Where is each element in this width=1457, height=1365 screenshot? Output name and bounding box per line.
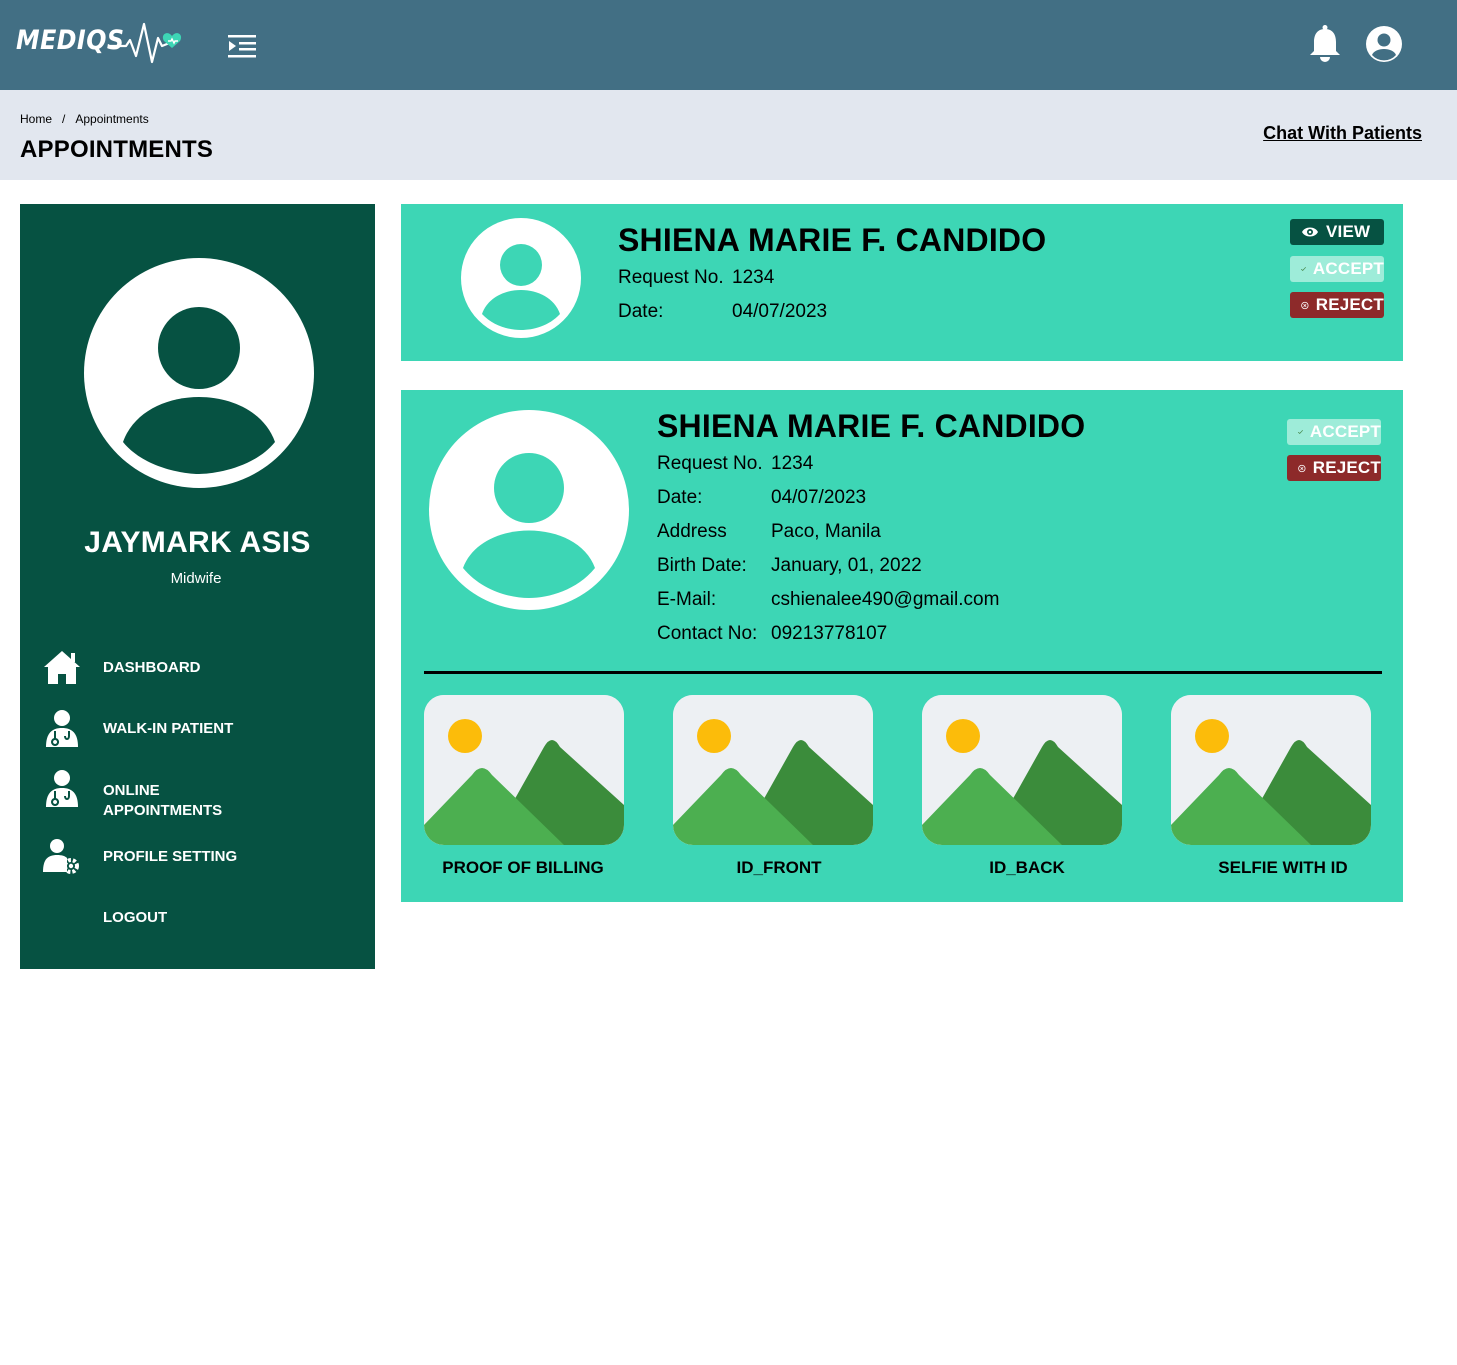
image-placeholder-icon xyxy=(922,695,1122,845)
info-row-contact-no: Contact No: 09213778107 xyxy=(657,623,887,645)
accept-button-label: ACCEPT xyxy=(1312,259,1384,278)
top-navbar: MEDIQS xyxy=(0,0,1457,90)
view-button-label: VIEW xyxy=(1326,222,1371,241)
field-label: Date: xyxy=(657,487,703,508)
sidebar-item-walk-in-patient[interactable]: WALK-IN PATIENT xyxy=(42,709,352,749)
user-circle-icon[interactable] xyxy=(1364,24,1404,64)
breadcrumb-separator: / xyxy=(62,112,66,126)
user-settings-icon xyxy=(43,839,79,874)
checkmark-icon xyxy=(1301,267,1306,271)
doctor-icon xyxy=(46,770,78,807)
bell-icon[interactable] xyxy=(1307,24,1343,64)
page-header: Home / Appointments APPOINTMENTS Chat Wi… xyxy=(0,90,1457,180)
document-thumbnail-id-back[interactable] xyxy=(922,695,1122,845)
field-value: January, 01, 2022 xyxy=(771,555,922,576)
profile-avatar-icon xyxy=(84,258,314,488)
patient-avatar-icon xyxy=(429,410,629,610)
close-circle-icon xyxy=(1301,301,1309,309)
sidebar-item-profile-setting[interactable]: PROFILE SETTING xyxy=(42,837,352,877)
info-row-address: Address Paco, Manila xyxy=(657,521,881,543)
info-row-request-no: Request No. 1234 xyxy=(657,453,813,475)
field-label: E-Mail: xyxy=(657,589,717,610)
reject-button[interactable]: REJECT xyxy=(1290,292,1384,318)
field-value: 04/07/2023 xyxy=(771,487,867,508)
appointment-card: SHIENA MARIE F. CANDIDO Request No. 1234… xyxy=(401,204,1403,361)
document-thumbnail-proof-of-billing[interactable] xyxy=(424,695,624,845)
sidebar: JAYMARK ASIS Midwife DASHBOARD WALK-IN P… xyxy=(20,204,375,969)
field-value: 04/07/2023 xyxy=(732,301,828,322)
document-label: SELFIE WITH ID xyxy=(1218,858,1348,877)
chat-with-patients-link[interactable]: Chat With Patients xyxy=(1263,123,1422,144)
info-row-date: Date: 04/07/2023 xyxy=(657,487,866,509)
checkmark-icon xyxy=(1298,430,1303,434)
breadcrumb-home[interactable]: Home xyxy=(20,112,52,126)
sidebar-item-label: LOGOUT xyxy=(103,909,168,926)
heartbeat-logo-icon xyxy=(108,22,182,64)
sidebar-item-dashboard[interactable]: DASHBOARD xyxy=(42,648,352,688)
sidebar-item-label-line2: APPOINTMENTS xyxy=(103,802,223,819)
info-row: Request No. 1234 xyxy=(618,267,774,289)
document-label: ID_FRONT xyxy=(736,858,822,877)
image-placeholder-icon xyxy=(673,695,873,845)
field-label: Request No. xyxy=(618,267,724,288)
home-icon xyxy=(44,651,80,684)
document-label: PROOF OF BILLING xyxy=(442,858,604,877)
user-role: Midwife xyxy=(170,570,222,587)
field-label: Birth Date: xyxy=(657,555,747,576)
sidebar-item-online-appointments[interactable]: ONLINE APPOINTMENTS xyxy=(42,770,352,819)
appointment-detail-card: SHIENA MARIE F. CANDIDO Request No. 1234… xyxy=(401,390,1403,902)
document-label: ID_BACK xyxy=(989,858,1065,877)
sidebar-item-label: WALK-IN PATIENT xyxy=(103,720,234,737)
field-label: Request No. xyxy=(657,453,763,474)
accept-button-label: ACCEPT xyxy=(1309,422,1381,441)
breadcrumb-current: Appointments xyxy=(75,112,149,126)
sidebar-item-label-line1: ONLINE xyxy=(103,782,160,799)
sidebar-item-label: ONLINE APPOINTMENTS xyxy=(103,781,222,821)
reject-button[interactable]: REJECT xyxy=(1287,455,1381,481)
image-placeholder-icon xyxy=(1171,695,1371,845)
sidebar-item-label: PROFILE SETTING xyxy=(103,848,238,865)
patient-name: SHIENA MARIE F. CANDIDO xyxy=(657,408,1086,444)
accept-button[interactable]: ACCEPT xyxy=(1287,419,1381,445)
info-row: Date: 04/07/2023 xyxy=(618,301,827,323)
doctor-icon xyxy=(46,710,78,747)
info-row-birth-date: Birth Date: January, 01, 2022 xyxy=(657,555,922,577)
field-label: Address xyxy=(657,521,727,542)
image-placeholder-icon xyxy=(424,695,624,845)
breadcrumb: Home / Appointments xyxy=(20,112,149,126)
patient-avatar-icon xyxy=(461,218,581,338)
document-thumbnail-id-front[interactable] xyxy=(673,695,873,845)
field-value: 09213778107 xyxy=(771,623,888,644)
eye-icon xyxy=(1302,227,1318,237)
reject-button-label: REJECT xyxy=(1315,295,1384,314)
mediqs-logo[interactable]: MEDIQS xyxy=(16,12,182,68)
sidebar-item-label: DASHBOARD xyxy=(103,659,201,676)
field-label: Date: xyxy=(618,301,664,322)
field-value: cshienalee490@gmail.com xyxy=(771,589,1000,610)
document-thumbnail-selfie-with-id[interactable] xyxy=(1171,695,1371,845)
close-circle-icon xyxy=(1298,464,1306,472)
user-name: JAYMARK ASIS xyxy=(84,526,311,559)
field-value: 1234 xyxy=(732,267,775,288)
accept-button[interactable]: ACCEPT xyxy=(1290,256,1384,282)
menu-toggle-icon[interactable] xyxy=(226,32,258,60)
reject-button-label: REJECT xyxy=(1312,458,1381,477)
field-value: Paco, Manila xyxy=(771,521,881,542)
field-label: Contact No: xyxy=(657,623,758,644)
field-value: 1234 xyxy=(771,453,814,474)
view-button[interactable]: VIEW xyxy=(1290,219,1384,245)
patient-name: SHIENA MARIE F. CANDIDO xyxy=(618,222,1047,258)
sidebar-item-logout[interactable]: LOGOUT xyxy=(42,908,352,928)
page-title: APPOINTMENTS xyxy=(20,136,214,163)
divider xyxy=(424,671,1382,674)
info-row-email: E-Mail: cshienalee490@gmail.com xyxy=(657,589,999,611)
